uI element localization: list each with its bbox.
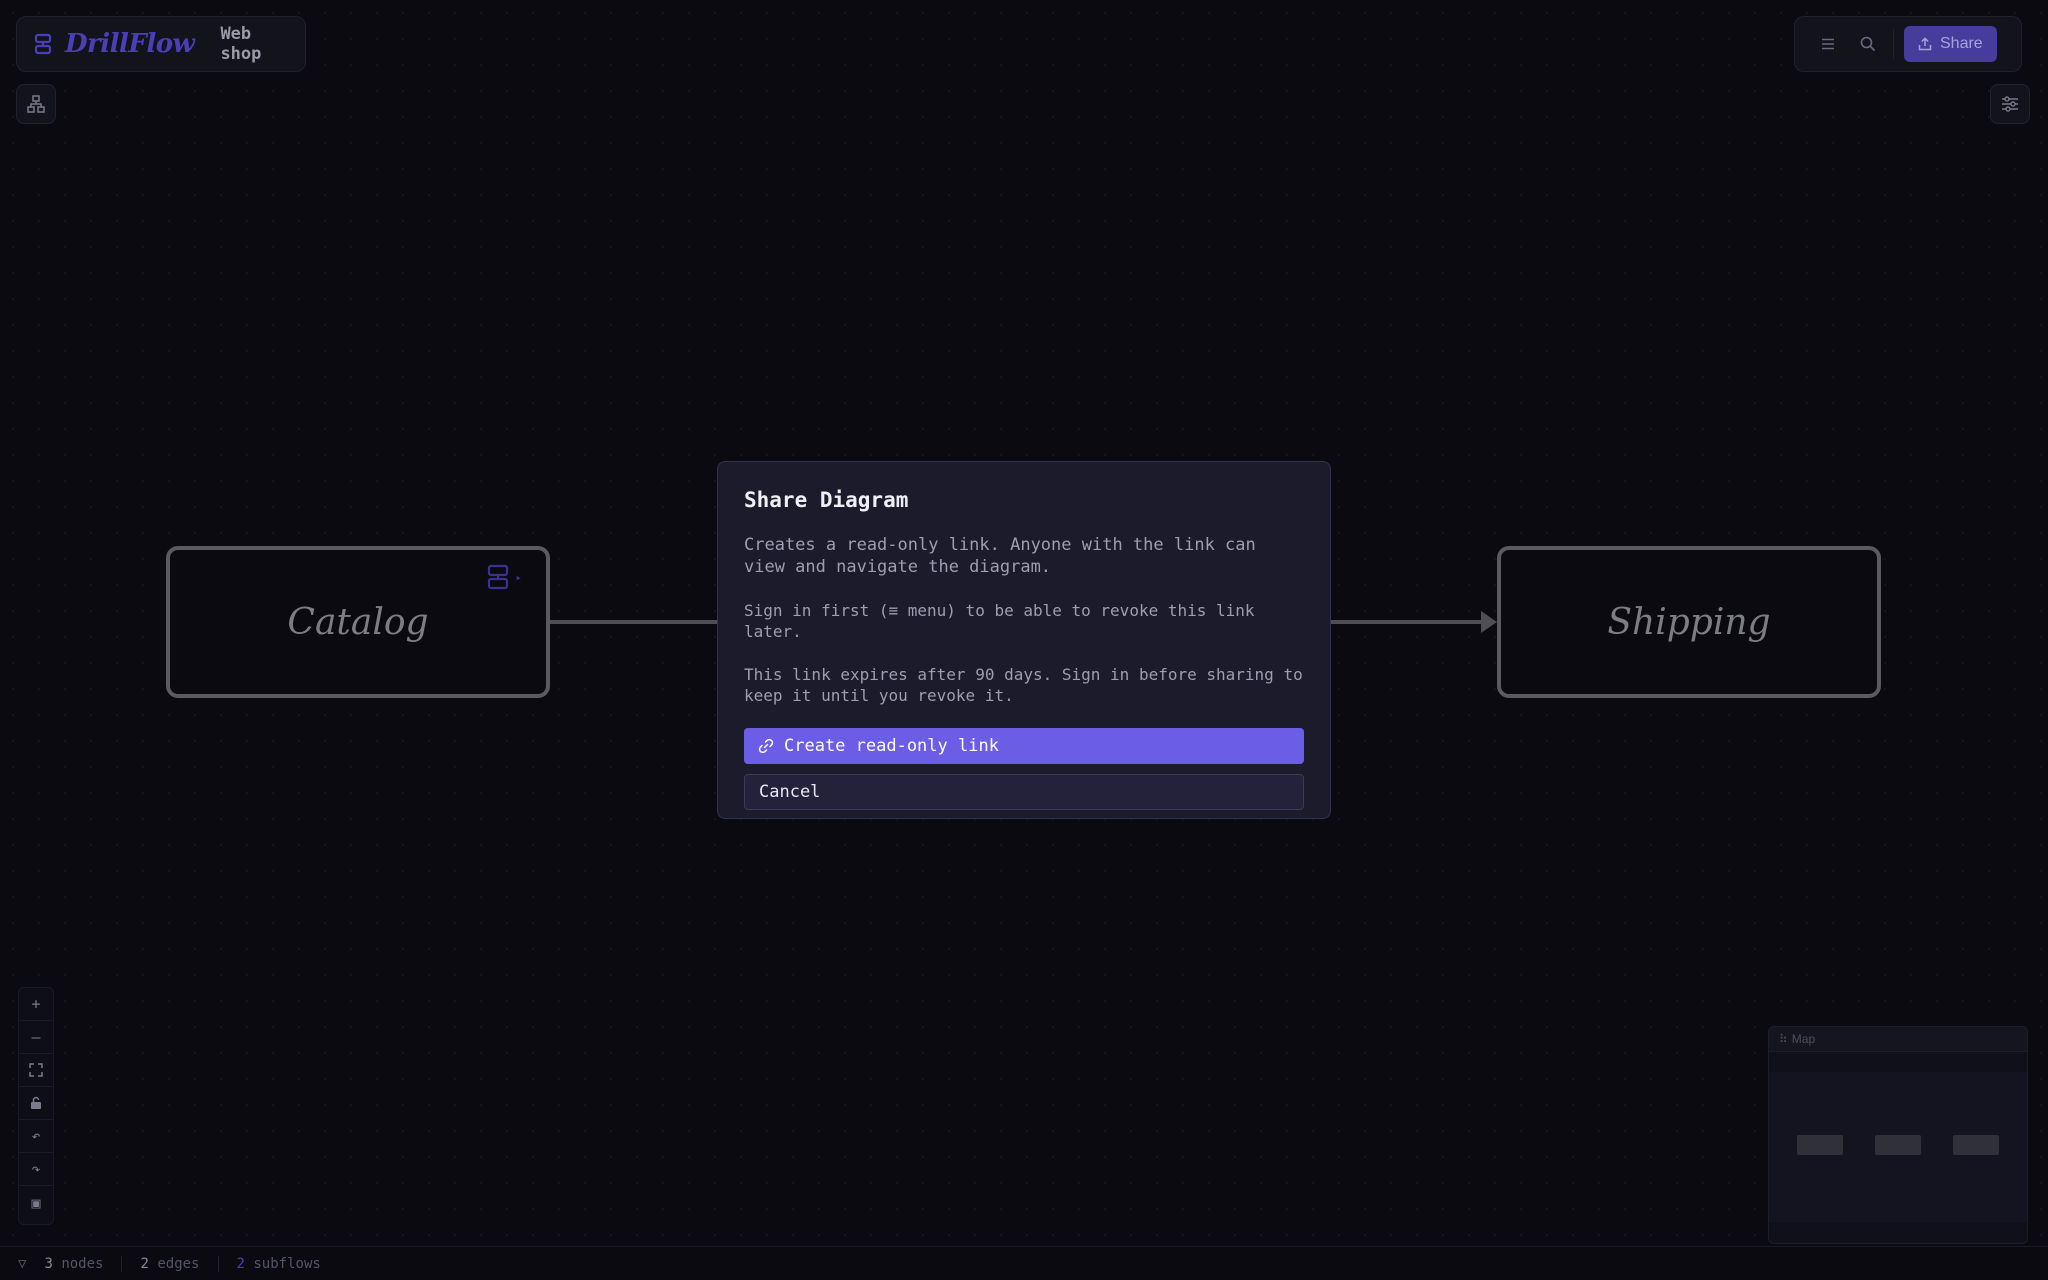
edges-count: 2	[140, 1255, 149, 1272]
status-divider	[121, 1255, 123, 1272]
brand-bar: DrillFlow Web shop	[16, 16, 306, 72]
subflows-count: 2	[236, 1255, 245, 1272]
minimap[interactable]: ⠷ Map	[1768, 1026, 2028, 1244]
toolbar-divider	[1893, 29, 1894, 59]
sliders-icon	[2002, 96, 2018, 112]
edge-arrowhead	[1481, 611, 1497, 633]
nodes-stat: 3 nodes	[44, 1256, 103, 1272]
signin-note: Sign in first (≡ menu) to be able to rev…	[744, 601, 1255, 641]
nodes-count: 3	[44, 1255, 53, 1272]
minimap-header[interactable]: ⠷ Map	[1769, 1027, 2027, 1052]
top-toolbar: Share	[1794, 16, 2022, 72]
minimap-node	[1953, 1135, 1999, 1155]
app-name: DrillFlow	[65, 29, 195, 59]
hamburger-icon[interactable]	[1813, 29, 1843, 59]
grip-icon: ⠷	[1779, 1032, 1788, 1046]
drillflow-logo-icon	[33, 32, 53, 56]
search-icon[interactable]	[1853, 29, 1883, 59]
dialog-title: Share Diagram	[744, 488, 909, 512]
edge-to-shipping[interactable]	[1330, 620, 1488, 624]
nodes-label: nodes	[61, 1255, 104, 1272]
cancel-label: Cancel	[759, 782, 821, 802]
filter-icon[interactable]: ▽	[18, 1256, 26, 1272]
node-label: Shipping	[1607, 601, 1771, 643]
share-button-label: Share	[1940, 35, 1983, 52]
upload-icon	[1918, 37, 1932, 51]
share-button[interactable]: Share	[1904, 26, 1997, 62]
edge-catalog-out[interactable]	[550, 620, 720, 624]
redo-button[interactable]: ↷	[18, 1153, 54, 1186]
node-label: Catalog	[287, 601, 429, 643]
link-icon	[758, 738, 774, 754]
subflow-drill-icon[interactable]: ▸	[487, 564, 522, 590]
undo-button[interactable]: ↶	[18, 1120, 54, 1153]
minimap-viewport[interactable]	[1769, 1072, 2027, 1222]
cancel-button[interactable]: Cancel	[744, 774, 1304, 810]
minimap-title: Map	[1791, 1032, 1816, 1046]
outline-tree-button[interactable]	[16, 84, 56, 124]
fit-view-icon[interactable]	[18, 1054, 54, 1087]
edges-stat: 2 edges	[140, 1256, 199, 1272]
minimap-node	[1797, 1135, 1843, 1155]
tree-icon	[27, 95, 45, 113]
share-dialog: Share Diagram Creates a read-only link. …	[717, 461, 1331, 819]
lock-icon[interactable]	[18, 1087, 54, 1120]
create-link-label: Create read-only link	[784, 736, 999, 756]
node-catalog[interactable]: Catalog ▸	[166, 546, 550, 698]
edges-label: edges	[157, 1255, 200, 1272]
zoom-out-button[interactable]: —	[18, 1021, 54, 1054]
status-bar: ▽ 3 nodes 2 edges 2 subflows	[0, 1246, 2048, 1280]
frame-button[interactable]: ▣	[18, 1186, 54, 1219]
minimap-node	[1875, 1135, 1921, 1155]
diagram-name[interactable]: Web shop	[220, 24, 289, 64]
create-link-button[interactable]: Create read-only link	[744, 728, 1304, 764]
dialog-description: Creates a read-only link. Anyone with th…	[744, 535, 1256, 577]
subflows-label: subflows	[253, 1255, 321, 1272]
status-divider	[217, 1255, 219, 1272]
expiry-note: This link expires after 90 days. Sign in…	[744, 665, 1303, 705]
zoom-in-button[interactable]: +	[18, 988, 54, 1021]
canvas-controls: + — ↶ ↷ ▣	[18, 987, 54, 1225]
subflows-stat: 2 subflows	[237, 1256, 321, 1272]
settings-button[interactable]	[1990, 84, 2030, 124]
node-shipping[interactable]: Shipping	[1497, 546, 1881, 698]
